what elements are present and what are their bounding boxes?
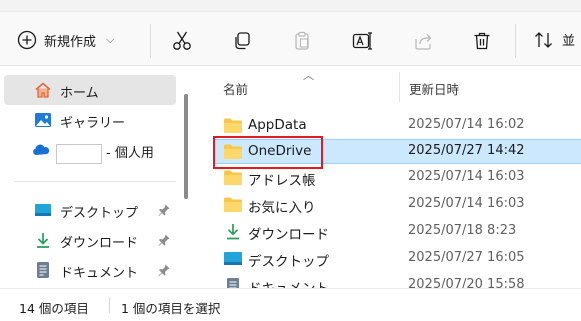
nav-item-label: デスクトップ <box>60 206 139 221</box>
file-row[interactable]: AppData 2025/07/14 16:02 <box>214 113 581 138</box>
title-bar-strip <box>0 0 581 12</box>
pin-icon[interactable] <box>157 233 171 247</box>
desktop-icon <box>224 252 242 265</box>
item-count: 14 個の項目 <box>19 301 89 316</box>
nav-item-label: ダウンロード <box>60 236 139 251</box>
sort-arrows-icon <box>535 31 552 48</box>
file-date: 2025/07/27 14:42 <box>408 143 525 158</box>
gallery-icon <box>35 113 51 127</box>
file-name: アドレス帳 <box>248 173 316 189</box>
document-icon <box>227 278 239 288</box>
toolbar-divider <box>150 24 151 58</box>
file-name: ダウンロード <box>248 227 329 243</box>
command-bar: 新規作成 ⌵ 並 <box>0 12 581 66</box>
file-name: ドキュメント <box>248 277 329 288</box>
download-icon <box>37 233 49 248</box>
navigation-pane: ホーム ギャラリー - 個人用 デスクトップ ダウンロード ドキュメント <box>0 66 196 288</box>
copy-button[interactable] <box>229 28 255 54</box>
file-row[interactable]: ドキュメント 2025/07/20 15:58 <box>214 273 581 288</box>
nav-item-label: - 個人用 <box>106 146 154 161</box>
folder-icon <box>224 170 242 185</box>
annotation-highlight-box <box>213 136 323 169</box>
plus-circle-icon <box>16 29 38 51</box>
folder-icon <box>224 197 242 212</box>
file-date: 2025/07/18 8:23 <box>408 223 517 238</box>
nav-item-desktop[interactable]: デスクトップ <box>4 195 176 225</box>
file-date: 2025/07/14 16:03 <box>408 169 525 184</box>
nav-divider <box>14 181 176 182</box>
nav-item-label: ギャラリー <box>60 116 126 131</box>
file-name: デスクトップ <box>248 254 329 270</box>
nav-scrollbar[interactable] <box>184 94 188 199</box>
nav-item-label: ドキュメント <box>60 266 139 281</box>
column-header-date[interactable]: 更新日時 <box>409 79 459 98</box>
desktop-icon <box>35 204 51 216</box>
rename-icon <box>352 32 372 50</box>
pin-icon[interactable] <box>157 263 171 277</box>
file-date: 2025/07/14 16:02 <box>408 117 525 132</box>
nav-item-onedrive-personal[interactable]: - 個人用 <box>4 135 176 165</box>
nav-item-downloads[interactable]: ダウンロード <box>4 225 176 255</box>
delete-button[interactable] <box>469 28 495 54</box>
folder-icon <box>224 118 242 133</box>
download-icon <box>227 224 239 240</box>
trash-icon <box>474 32 490 50</box>
file-name: お気に入り <box>248 200 316 216</box>
column-divider[interactable] <box>399 72 400 102</box>
sort-ascending-icon: ︿ <box>303 69 314 82</box>
status-divider <box>109 297 110 313</box>
clipboard-icon <box>295 31 309 50</box>
nav-item-label: ホーム <box>60 86 99 101</box>
sort-button-label: 並 <box>562 34 576 49</box>
toolbar-divider <box>515 24 516 58</box>
column-header-name[interactable]: 名前 <box>223 79 248 98</box>
redacted-account-name <box>56 143 102 164</box>
onedrive-cloud-icon <box>33 144 50 155</box>
selection-count: 1 個の項目を選択 <box>121 301 221 316</box>
file-date: 2025/07/20 15:58 <box>408 277 525 288</box>
document-icon <box>37 262 49 278</box>
file-name: AppData <box>248 117 307 133</box>
sort-button[interactable]: 並 <box>534 30 575 49</box>
new-button-label: 新規作成 <box>44 34 97 50</box>
file-row[interactable]: ダウンロード 2025/07/18 8:23 <box>214 219 581 244</box>
cut-button[interactable] <box>169 28 195 54</box>
chevron-down-icon: ⌵ <box>106 33 115 46</box>
nav-item-label-wrap: - 個人用 <box>56 142 154 164</box>
rename-button[interactable] <box>350 28 376 54</box>
pin-icon[interactable] <box>157 203 171 217</box>
column-headers: ︿ 名前 更新日時 <box>196 66 581 110</box>
status-bar: 14 個の項目 1 個の項目を選択 <box>0 288 581 321</box>
nav-item-gallery[interactable]: ギャラリー <box>4 105 176 135</box>
paste-button[interactable] <box>289 28 315 54</box>
file-row[interactable]: お気に入り 2025/07/14 16:03 <box>214 192 581 217</box>
file-date: 2025/07/14 16:03 <box>408 196 525 211</box>
share-button[interactable] <box>410 28 436 54</box>
scissors-icon <box>173 31 191 50</box>
share-icon <box>415 34 432 50</box>
new-button[interactable]: 新規作成 ⌵ <box>16 25 114 55</box>
file-date: 2025/07/27 16:05 <box>408 250 525 265</box>
nav-item-home[interactable]: ホーム <box>4 75 176 105</box>
copy-icon <box>235 32 250 50</box>
nav-item-documents[interactable]: ドキュメント <box>4 255 176 285</box>
file-list: ︿ 名前 更新日時 AppData 2025/07/14 16:02 OneDr… <box>196 66 581 288</box>
file-row[interactable]: デスクトップ 2025/07/27 16:05 <box>214 246 581 271</box>
home-icon <box>35 82 51 98</box>
